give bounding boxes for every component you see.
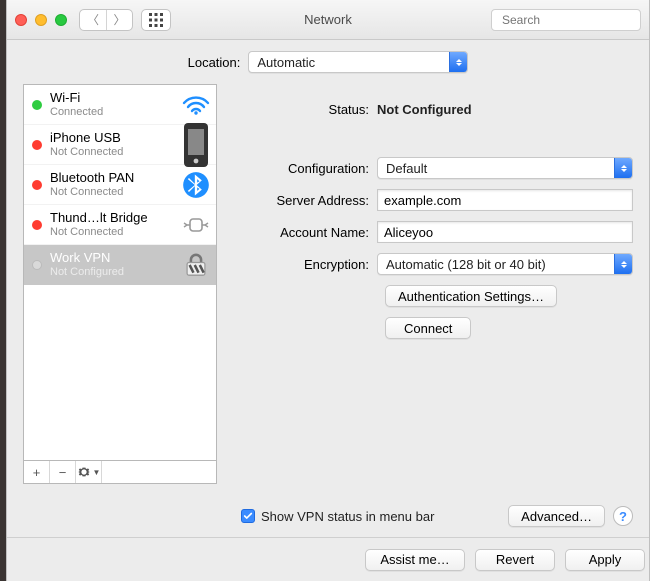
encryption-row: Encryption: Automatic (128 bit or 40 bit… — [241, 253, 633, 275]
server-address-row: Server Address: — [241, 189, 633, 211]
status-dot-icon — [32, 100, 42, 110]
interface-status: Not Connected — [50, 226, 174, 239]
detail-pane: Status: Not Configured Configuration: De… — [217, 84, 633, 537]
stepper-icon — [614, 254, 632, 274]
grid-icon — [149, 13, 163, 27]
add-interface-button[interactable]: + — [24, 461, 50, 483]
sidebar-item-iphone-usb[interactable]: iPhone USB Not Connected — [24, 125, 216, 165]
sidebar-item-wifi[interactable]: Wi-Fi Connected — [24, 85, 216, 125]
window-footer: Assist me… Revert Apply — [7, 537, 649, 581]
encryption-label: Encryption: — [241, 257, 377, 272]
stepper-icon — [449, 52, 467, 72]
interface-name: iPhone USB — [50, 131, 174, 146]
location-select[interactable]: Automatic — [248, 51, 468, 73]
sidebar-item-thunderbolt-bridge[interactable]: Thund…lt Bridge Not Connected — [24, 205, 216, 245]
status-dot-icon — [32, 220, 42, 230]
server-address-label: Server Address: — [241, 193, 377, 208]
search-input[interactable] — [502, 13, 650, 27]
status-dot-icon — [32, 260, 42, 270]
location-row: Location: Automatic — [7, 40, 649, 84]
interface-status: Not Connected — [50, 146, 174, 159]
checkbox-icon — [241, 509, 255, 523]
wifi-icon — [182, 93, 210, 117]
interface-status: Connected — [50, 106, 174, 119]
configuration-row: Configuration: Default — [241, 157, 633, 179]
configuration-value: Default — [386, 161, 427, 176]
account-name-input[interactable] — [377, 221, 633, 243]
back-button[interactable]: 〈 — [80, 10, 106, 30]
sidebar-footer: + − ▼ — [23, 460, 217, 484]
interface-actions-menu[interactable]: ▼ — [76, 461, 102, 483]
show-all-button[interactable] — [141, 9, 171, 31]
help-button[interactable]: ? — [613, 506, 633, 526]
sidebar: Wi-Fi Connected iPhone USB Not Connected — [23, 84, 217, 537]
remove-interface-button[interactable]: − — [50, 461, 76, 483]
apply-button[interactable]: Apply — [565, 549, 645, 571]
status-dot-icon — [32, 180, 42, 190]
minimize-icon[interactable] — [35, 14, 47, 26]
list-item-text: iPhone USB Not Connected — [50, 131, 174, 159]
interface-status: Not Connected — [50, 186, 174, 199]
server-address-input[interactable] — [377, 189, 633, 211]
interface-name: Bluetooth PAN — [50, 171, 174, 186]
account-name-row: Account Name: — [241, 221, 633, 243]
network-window: 〈 〉 Network Location: Automatic — [6, 0, 650, 581]
connect-button[interactable]: Connect — [385, 317, 471, 339]
interface-name: Wi-Fi — [50, 91, 174, 106]
close-icon[interactable] — [15, 14, 27, 26]
plus-icon: + — [33, 465, 41, 480]
sidebar-item-work-vpn[interactable]: Work VPN Not Configured — [24, 245, 216, 285]
zoom-icon[interactable] — [55, 14, 67, 26]
location-value: Automatic — [257, 55, 315, 70]
encryption-select[interactable]: Automatic (128 bit or 40 bit) — [377, 253, 633, 275]
interface-name: Thund…lt Bridge — [50, 211, 174, 226]
list-item-text: Work VPN Not Configured — [50, 251, 174, 279]
phone-icon — [182, 133, 210, 157]
account-name-label: Account Name: — [241, 225, 377, 240]
interface-name: Work VPN — [50, 251, 174, 266]
titlebar: 〈 〉 Network — [7, 0, 649, 40]
interface-list[interactable]: Wi-Fi Connected iPhone USB Not Connected — [23, 84, 217, 460]
location-label: Location: — [188, 55, 241, 70]
status-value: Not Configured — [377, 102, 472, 117]
lock-icon — [182, 253, 210, 277]
status-label: Status: — [241, 102, 377, 117]
configuration-label: Configuration: — [241, 161, 377, 176]
revert-button[interactable]: Revert — [475, 549, 555, 571]
chevron-down-icon: ▼ — [93, 468, 101, 477]
interface-status: Not Configured — [50, 266, 174, 279]
gear-icon — [77, 465, 91, 479]
list-item-text: Bluetooth PAN Not Connected — [50, 171, 174, 199]
authentication-settings-button[interactable]: Authentication Settings… — [385, 285, 557, 307]
encryption-value: Automatic (128 bit or 40 bit) — [386, 257, 546, 272]
configuration-select[interactable]: Default — [377, 157, 633, 179]
minus-icon: − — [59, 465, 67, 480]
window-controls — [15, 14, 67, 26]
advanced-button[interactable]: Advanced… — [508, 505, 605, 527]
status-dot-icon — [32, 140, 42, 150]
thunderbolt-icon — [182, 213, 210, 237]
show-vpn-status-checkbox[interactable]: Show VPN status in menu bar — [241, 509, 434, 524]
search-field[interactable] — [491, 9, 641, 31]
nav-segment: 〈 〉 — [79, 9, 133, 31]
status-row: Status: Not Configured — [241, 102, 633, 117]
body: Wi-Fi Connected iPhone USB Not Connected — [7, 84, 649, 537]
list-item-text: Wi-Fi Connected — [50, 91, 174, 119]
chevron-right-icon: 〉 — [113, 11, 125, 28]
forward-button[interactable]: 〉 — [106, 10, 132, 30]
assist-me-button[interactable]: Assist me… — [365, 549, 465, 571]
show-vpn-status-label: Show VPN status in menu bar — [261, 509, 434, 524]
chevron-left-icon: 〈 — [87, 11, 99, 28]
bluetooth-icon — [182, 173, 210, 197]
list-item-text: Thund…lt Bridge Not Connected — [50, 211, 174, 239]
sidebar-item-bluetooth-pan[interactable]: Bluetooth PAN Not Connected — [24, 165, 216, 205]
stepper-icon — [614, 158, 632, 178]
detail-bottom-row: Show VPN status in menu bar Advanced… ? — [241, 499, 633, 537]
